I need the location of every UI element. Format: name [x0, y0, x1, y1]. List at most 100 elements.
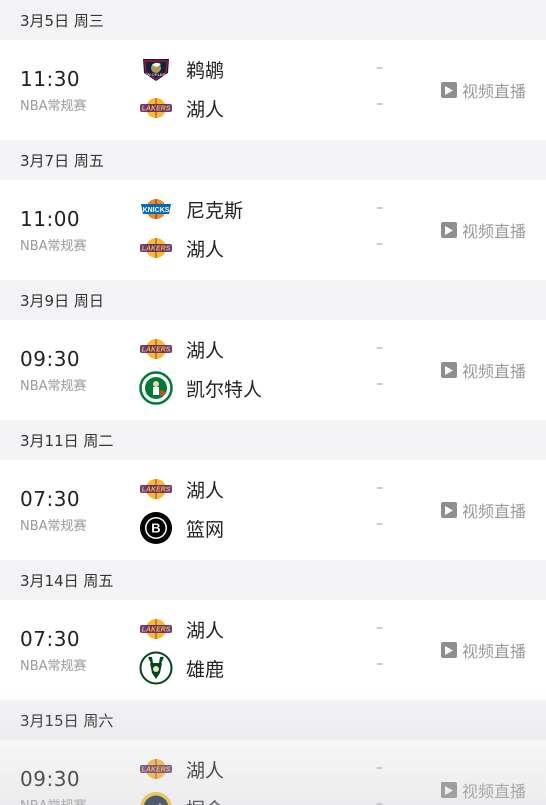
team-away[interactable]: 凯尔特人	[138, 371, 263, 405]
team-name: 凯尔特人	[186, 378, 263, 401]
match-row[interactable]: 09:30 NBA常规赛 LAKERS 湖人 凯尔特人 – – 视频直播	[0, 320, 546, 420]
match-time: 07:30	[20, 487, 81, 511]
video-live-label: 视频直播	[461, 782, 526, 801]
match-time: 11:30	[20, 67, 81, 91]
match-row[interactable]: 11:00 NBA常规赛 KNICKS 尼克斯 LAKERS 湖人 – – 视频…	[0, 180, 546, 280]
svg-text:LAKERS: LAKERS	[142, 347, 171, 354]
away-score: –	[376, 236, 383, 252]
play-icon	[440, 642, 457, 658]
home-score: –	[376, 60, 383, 76]
play-icon	[440, 222, 457, 238]
team-away[interactable]: B 篮网	[138, 512, 224, 544]
match-row[interactable]: 07:30 NBA常规赛 LAKERS 湖人 B 篮网 – – 视频直播	[0, 460, 546, 560]
nets-logo-icon: B	[138, 512, 174, 544]
league-label: NBA常规赛	[20, 519, 87, 534]
svg-text:LAKERS: LAKERS	[142, 246, 171, 253]
date-header: 3月15日 周六	[0, 700, 546, 740]
svg-text:LAKERS: LAKERS	[142, 487, 171, 494]
knicks-logo-icon: KNICKS	[138, 193, 174, 225]
lakers-logo-icon: LAKERS	[138, 333, 174, 365]
bucks-logo-icon	[138, 651, 174, 685]
team-name: 尼克斯	[186, 199, 244, 222]
play-icon	[440, 362, 457, 378]
svg-text:NEW ORLEANS: NEW ORLEANS	[141, 72, 171, 77]
svg-text:LAKERS: LAKERS	[142, 767, 171, 774]
svg-text:KNICKS: KNICKS	[143, 207, 170, 214]
team-home[interactable]: LAKERS 湖人	[138, 613, 224, 645]
away-score: –	[376, 376, 383, 392]
celtics-logo-icon	[138, 371, 174, 405]
home-score: –	[376, 340, 383, 356]
team-name: 鹈鹕	[186, 59, 225, 82]
play-icon	[440, 782, 457, 798]
lakers-logo-icon: LAKERS	[138, 753, 174, 785]
match-time: 11:00	[20, 207, 81, 231]
team-name: 湖人	[186, 238, 225, 261]
svg-text:LAKERS: LAKERS	[142, 106, 171, 113]
date-header: 3月7日 周五	[0, 140, 546, 180]
team-away[interactable]: 掘金	[138, 792, 224, 805]
home-score: –	[376, 480, 383, 496]
team-away[interactable]: LAKERS 湖人	[138, 232, 224, 264]
nuggets-logo-icon	[138, 792, 174, 805]
home-score: –	[376, 200, 383, 216]
lakers-logo-icon: LAKERS	[138, 92, 174, 124]
video-live-label: 视频直播	[461, 362, 526, 381]
video-live-label: 视频直播	[461, 82, 526, 101]
svg-text:B: B	[151, 521, 160, 536]
schedule-list: 3月5日 周三 11:30 NBA常规赛 NEW ORLEANS 鹈鹕 LAKE…	[0, 0, 546, 805]
video-live-button[interactable]: 视频直播	[440, 638, 526, 662]
match-row[interactable]: 07:30 NBA常规赛 LAKERS 湖人 雄鹿 – – 视频直播	[0, 600, 546, 700]
date-header: 3月5日 周三	[0, 0, 546, 40]
lakers-logo-icon: LAKERS	[138, 613, 174, 645]
league-label: NBA常规赛	[20, 239, 87, 254]
away-score: –	[376, 516, 383, 532]
pelicans-logo-icon: NEW ORLEANS	[138, 53, 174, 85]
team-home[interactable]: LAKERS 湖人	[138, 333, 224, 365]
video-live-button[interactable]: 视频直播	[440, 778, 526, 802]
match-time: 09:30	[20, 767, 81, 791]
team-name: 湖人	[186, 339, 225, 362]
team-name: 湖人	[186, 619, 225, 642]
play-icon	[440, 502, 457, 518]
league-label: NBA常规赛	[20, 379, 87, 394]
video-live-button[interactable]: 视频直播	[440, 78, 526, 102]
team-away[interactable]: 雄鹿	[138, 651, 225, 685]
league-label: NBA常规赛	[20, 99, 87, 114]
video-live-label: 视频直播	[461, 502, 526, 521]
video-live-label: 视频直播	[461, 222, 526, 241]
lakers-logo-icon: LAKERS	[138, 473, 174, 505]
video-live-button[interactable]: 视频直播	[440, 498, 526, 522]
match-row[interactable]: 09:30 NBA常规赛 LAKERS 湖人 掘金 – –	[0, 740, 546, 805]
away-score: –	[376, 796, 383, 805]
team-name: 湖人	[186, 98, 225, 121]
team-name: 湖人	[186, 479, 225, 502]
team-name: 湖人	[186, 759, 225, 782]
team-name: 掘金	[186, 795, 224, 805]
video-live-button[interactable]: 视频直播	[440, 358, 526, 382]
team-home[interactable]: LAKERS 湖人	[138, 473, 224, 505]
team-name: 篮网	[186, 518, 225, 541]
away-score: –	[376, 656, 383, 672]
team-home[interactable]: NEW ORLEANS 鹈鹕	[138, 53, 224, 85]
svg-text:LAKERS: LAKERS	[142, 627, 171, 634]
date-header: 3月14日 周五	[0, 560, 546, 600]
league-label: NBA常规赛	[20, 659, 87, 674]
match-time: 07:30	[20, 627, 81, 651]
date-header: 3月11日 周二	[0, 420, 546, 460]
home-score: –	[376, 620, 383, 636]
match-time: 09:30	[20, 347, 81, 371]
team-name: 雄鹿	[186, 658, 225, 681]
team-home[interactable]: LAKERS 湖人	[138, 753, 224, 785]
match-row[interactable]: 11:30 NBA常规赛 NEW ORLEANS 鹈鹕 LAKERS 湖人 –	[0, 40, 546, 140]
away-score: –	[376, 96, 383, 112]
league-label: NBA常规赛	[20, 795, 87, 805]
lakers-logo-icon: LAKERS	[138, 232, 174, 264]
home-score: –	[376, 760, 383, 776]
team-away[interactable]: LAKERS 湖人	[138, 92, 224, 124]
team-home[interactable]: KNICKS 尼克斯	[138, 193, 243, 225]
date-header: 3月9日 周日	[0, 280, 546, 320]
video-live-label: 视频直播	[461, 642, 526, 661]
video-live-button[interactable]: 视频直播	[440, 218, 526, 242]
play-icon	[440, 82, 457, 98]
